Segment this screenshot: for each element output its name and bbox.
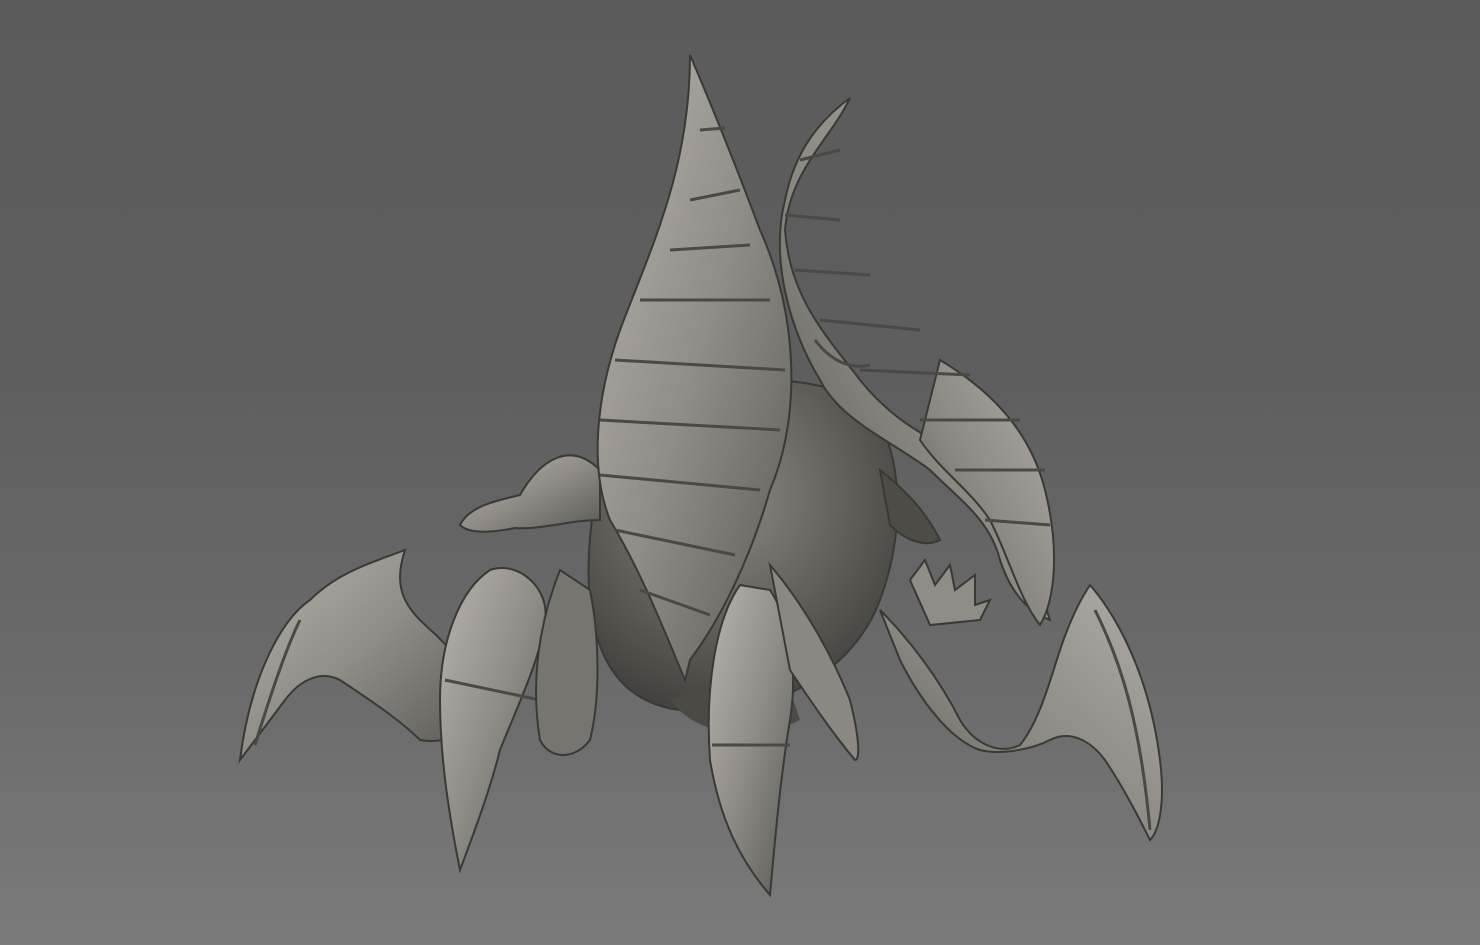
3d-viewport[interactable] — [0, 0, 1480, 945]
creature-leg-front-left — [438, 567, 547, 874]
creature-leg-inner-left — [535, 568, 599, 756]
creature-left-arm — [458, 454, 601, 533]
creature-leg-far-left — [238, 548, 472, 764]
creature-back-spikes — [908, 557, 992, 627]
creature-leg-far-right — [879, 583, 1163, 842]
sculpted-creature-model[interactable] — [0, 0, 1480, 945]
creature-leg-front-center — [707, 583, 795, 898]
